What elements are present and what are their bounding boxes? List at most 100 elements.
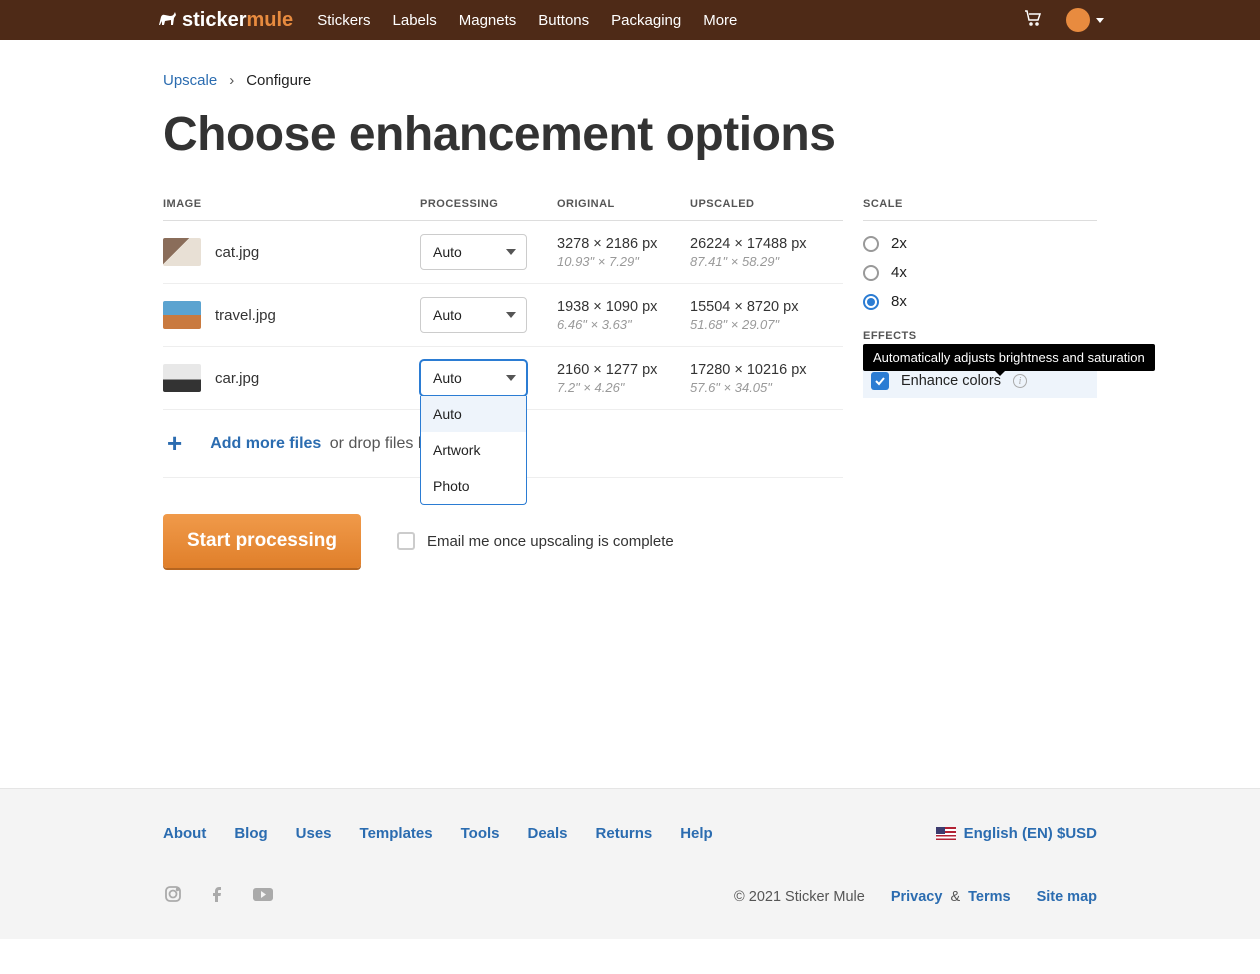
nav-packaging[interactable]: Packaging [611, 12, 681, 29]
upscaled-px: 15504 × 8720 px [690, 299, 823, 315]
original-in: 6.46" × 3.63" [557, 317, 690, 332]
upscaled-px: 26224 × 17488 px [690, 236, 823, 252]
nav-magnets[interactable]: Magnets [459, 12, 517, 29]
processing-dropdown: AutoArtworkPhoto [420, 396, 527, 505]
locale-selector[interactable]: English (EN) $USD [936, 825, 1097, 842]
facebook-icon[interactable] [207, 884, 227, 909]
th-upscaled: UPSCALED [690, 198, 843, 210]
caret-down-icon [506, 312, 516, 318]
select-value: Auto [433, 307, 462, 323]
top-header: stickermule Stickers Labels Magnets Butt… [0, 0, 1260, 40]
radio-label: 4x [891, 264, 907, 281]
logo-text-1: sticker [182, 9, 247, 32]
original-px: 2160 × 1277 px [557, 362, 690, 378]
file-thumbnail [163, 364, 201, 392]
info-icon[interactable]: i [1013, 374, 1027, 388]
footer-link[interactable]: Templates [360, 825, 433, 842]
email-checkbox[interactable] [397, 532, 415, 550]
dropdown-option[interactable]: Auto [421, 396, 526, 432]
scale-header: SCALE [863, 198, 1097, 221]
email-label: Email me once upscaling is complete [427, 533, 674, 550]
select-value: Auto [433, 370, 462, 386]
footer-link[interactable]: Returns [596, 825, 653, 842]
dropdown-option[interactable]: Artwork [421, 432, 526, 468]
select-value: Auto [433, 244, 462, 260]
upscaled-in: 51.68" × 29.07" [690, 317, 823, 332]
plus-icon[interactable]: + [167, 428, 182, 459]
file-thumbnail [163, 301, 201, 329]
processing-select[interactable]: Auto [420, 234, 527, 270]
enhance-label: Enhance colors [901, 373, 1001, 389]
email-checkbox-row[interactable]: Email me once upscaling is complete [397, 532, 674, 550]
table-row: cat.jpg Auto 3278 × 2186 px 10.93" × 7.2… [163, 221, 843, 284]
upscaled-in: 57.6" × 34.05" [690, 380, 823, 395]
th-image: IMAGE [163, 198, 420, 210]
upscaled-px: 17280 × 10216 px [690, 362, 823, 378]
radio-button[interactable] [863, 236, 879, 252]
us-flag-icon [936, 827, 956, 840]
start-processing-button[interactable]: Start processing [163, 514, 361, 568]
nav-labels[interactable]: Labels [393, 12, 437, 29]
table-header: IMAGE PROCESSING ORIGINAL UPSCALED [163, 198, 843, 221]
footer-link[interactable]: Tools [461, 825, 500, 842]
footer-link[interactable]: Help [680, 825, 713, 842]
processing-select[interactable]: Auto [420, 360, 527, 396]
table-row: travel.jpg Auto 1938 × 1090 px 6.46" × 3… [163, 284, 843, 347]
th-original: ORIGINAL [557, 198, 690, 210]
add-files-link[interactable]: Add more files [210, 435, 321, 452]
nav-buttons[interactable]: Buttons [538, 12, 589, 29]
account-menu[interactable] [1066, 8, 1104, 32]
terms-link[interactable]: Terms [968, 889, 1010, 905]
instagram-icon[interactable] [163, 884, 183, 909]
nav-more[interactable]: More [703, 12, 737, 29]
youtube-icon[interactable] [251, 884, 275, 909]
nav-stickers[interactable]: Stickers [317, 12, 370, 29]
breadcrumb-upscale[interactable]: Upscale [163, 72, 217, 89]
logo-text-2: mule [247, 9, 294, 32]
upscaled-in: 87.41" × 58.29" [690, 254, 823, 269]
privacy-link[interactable]: Privacy [891, 889, 943, 905]
original-px: 1938 × 1090 px [557, 299, 690, 315]
footer-link[interactable]: Blog [234, 825, 267, 842]
footer-link[interactable]: Uses [296, 825, 332, 842]
th-processing: PROCESSING [420, 198, 557, 210]
scale-option[interactable]: 4x [863, 264, 1097, 281]
scale-option[interactable]: 2x [863, 235, 1097, 252]
file-thumbnail [163, 238, 201, 266]
breadcrumb: Upscale › Configure [163, 72, 1097, 89]
enhance-checkbox[interactable] [871, 372, 889, 390]
file-name: travel.jpg [215, 307, 276, 324]
avatar [1066, 8, 1090, 32]
check-icon [874, 375, 886, 387]
breadcrumb-current: Configure [246, 72, 311, 89]
original-in: 10.93" × 7.29" [557, 254, 690, 269]
original-in: 7.2" × 4.26" [557, 380, 690, 395]
sitemap-link[interactable]: Site map [1037, 889, 1097, 905]
radio-button[interactable] [863, 265, 879, 281]
logo[interactable]: stickermule [156, 9, 293, 32]
copyright: © 2021 Sticker Mule [734, 889, 865, 905]
table-row: car.jpg Auto AutoArtworkPhoto 2160 × 127… [163, 347, 843, 410]
page-title: Choose enhancement options [163, 107, 1097, 162]
file-name: car.jpg [215, 370, 259, 387]
footer-link[interactable]: Deals [528, 825, 568, 842]
chevron-right-icon: › [229, 72, 234, 89]
original-px: 3278 × 2186 px [557, 236, 690, 252]
scale-option[interactable]: 8x [863, 293, 1097, 310]
caret-down-icon [506, 249, 516, 255]
cart-icon[interactable] [1024, 10, 1042, 31]
main-nav: Stickers Labels Magnets Buttons Packagin… [317, 12, 737, 29]
radio-button[interactable] [863, 294, 879, 310]
enhance-tooltip: Automatically adjusts brightness and sat… [863, 344, 1155, 371]
dropdown-option[interactable]: Photo [421, 468, 526, 504]
radio-label: 8x [891, 293, 907, 310]
radio-label: 2x [891, 235, 907, 252]
footer-link[interactable]: About [163, 825, 206, 842]
mule-icon [156, 11, 178, 29]
footer: About Blog Uses Templates Tools Deals Returns H… [0, 788, 1260, 939]
ampersand: & [950, 889, 960, 905]
file-name: cat.jpg [215, 244, 259, 261]
effects-header: EFFECTS Automatically adjusts brightness… [863, 330, 1097, 342]
chevron-down-icon [1096, 18, 1104, 23]
processing-select[interactable]: Auto [420, 297, 527, 333]
